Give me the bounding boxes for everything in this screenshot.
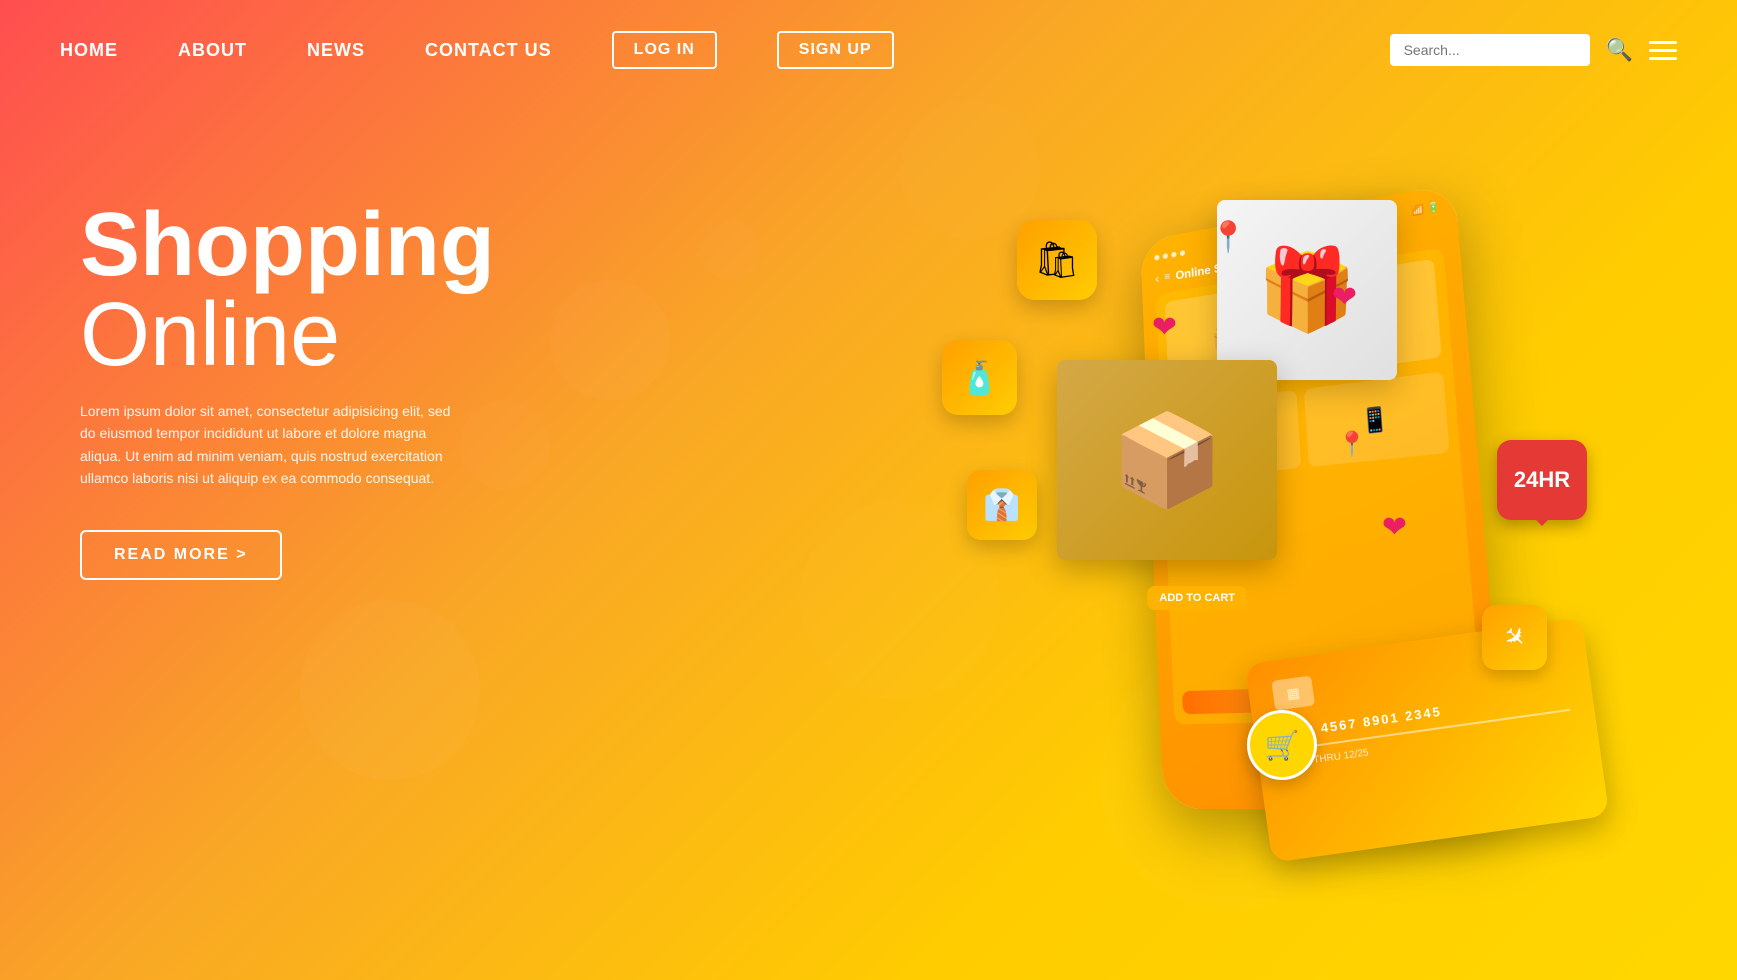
nav-about[interactable]: ABOUT: [178, 40, 247, 60]
signup-button[interactable]: SIGN UP: [777, 31, 894, 69]
heart-icon-3: ❤: [1332, 280, 1357, 315]
pin-icon-1: 📍: [1210, 220, 1247, 255]
phone-area: 📶 🔋 ‹ ≡ Online Store 🎁 🛍 👗 📱: [777, 80, 1677, 960]
bag-icon-square: 🛍: [1017, 220, 1097, 300]
small-add-to-cart[interactable]: ADD TO CART: [1147, 586, 1247, 610]
24hr-label: 24HR: [1514, 467, 1570, 493]
hero-title-main: Shopping: [80, 200, 495, 290]
bag-icon: 🛍: [1034, 239, 1080, 281]
search-input[interactable]: [1390, 34, 1590, 66]
hero-section: HOME ABOUT NEWS CONTACT US LOG IN SIGN U…: [0, 0, 1737, 980]
send-icon: ✈: [1496, 619, 1533, 656]
login-button[interactable]: LOG IN: [612, 31, 717, 69]
bottle-icon: 🧴: [960, 359, 1000, 397]
nav-home[interactable]: HOME: [60, 40, 118, 60]
read-more-button[interactable]: READ MORE >: [80, 530, 282, 580]
bottle-icon-square: 🧴: [942, 340, 1017, 415]
bubble-24hr: 24HR: [1497, 440, 1587, 520]
pin-icon-2: 📍: [1337, 430, 1367, 459]
send-square: ✈: [1482, 605, 1547, 670]
heart-icon-1: ❤: [1152, 310, 1177, 345]
box-icon: 📦: [1111, 408, 1223, 513]
phone-dots: [1154, 250, 1185, 261]
hero-content: Shopping Online Lorem ipsum dolor sit am…: [80, 200, 495, 580]
cart-circle: 🛒: [1247, 710, 1317, 780]
navbar: HOME ABOUT NEWS CONTACT US LOG IN SIGN U…: [0, 0, 1737, 100]
nav-news[interactable]: NEWS: [307, 40, 365, 60]
cart-icon: 🛒: [1265, 729, 1300, 762]
hero-description: Lorem ipsum dolor sit amet, consectetur …: [80, 400, 460, 490]
card-chip: ▦: [1271, 676, 1315, 711]
shirt-icon-square: 👔: [967, 470, 1037, 540]
nav-contact[interactable]: CONTACT US: [425, 40, 552, 60]
cardboard-box: 📦: [1057, 360, 1277, 560]
menu-icon[interactable]: [1649, 41, 1677, 60]
shirt-icon: 👔: [983, 488, 1020, 523]
nav-links: HOME ABOUT NEWS CONTACT US LOG IN SIGN U…: [60, 31, 894, 69]
hero-title-sub: Online: [80, 290, 495, 380]
nav-right: 🔍: [1390, 34, 1677, 66]
search-icon[interactable]: 🔍: [1606, 37, 1633, 63]
heart-icon-2: ❤: [1382, 510, 1407, 545]
